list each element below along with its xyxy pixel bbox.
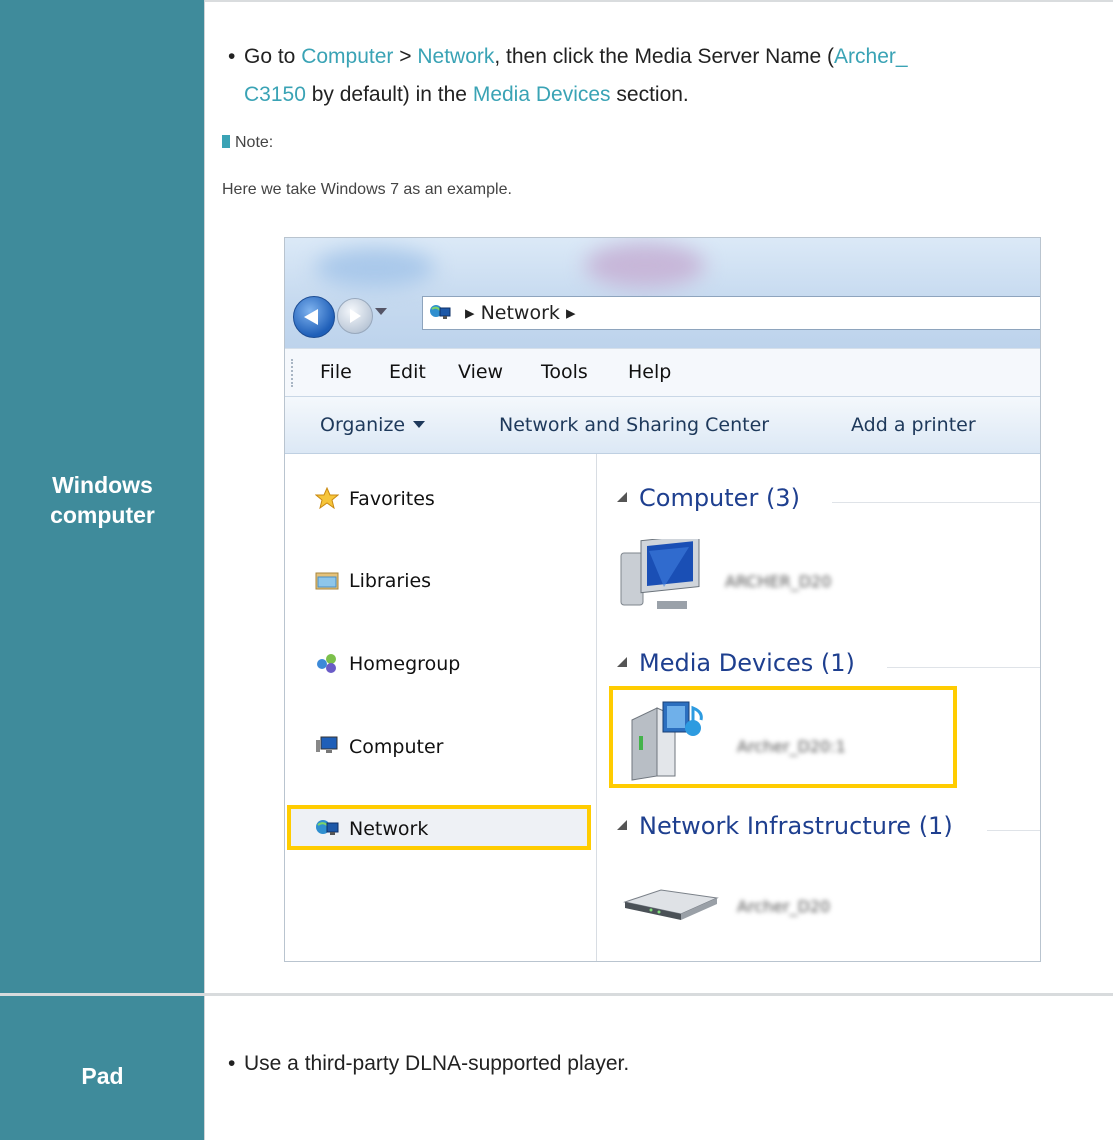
media-devices-link[interactable]: Media Devices xyxy=(473,83,611,106)
navigation-pane: Favorites Libraries Homegroup Computer N… xyxy=(285,454,597,961)
nav-label: Computer xyxy=(349,736,444,758)
menu-view[interactable]: View xyxy=(458,361,503,383)
note-body: Here we take Windows 7 as an example. xyxy=(222,181,512,198)
router-icon xyxy=(623,889,719,920)
infra-device-label[interactable]: Archer_D20 xyxy=(737,897,830,916)
breadcrumb: ▸ Network ▸ xyxy=(465,302,576,324)
media-device-label[interactable]: Archer_D20:1 xyxy=(737,737,846,756)
content-pane: Computer (3) ARCHER_D20 Media Devices (1… xyxy=(597,454,1040,961)
pad-instruction: • Use a third-party DLNA-supported player… xyxy=(228,1052,629,1076)
windows-instruction: • Go to Computer > Network, then click th… xyxy=(228,38,1108,114)
chevron-down-icon xyxy=(413,421,426,428)
organize-label: Organize xyxy=(320,414,406,436)
group-title: Media Devices (1) xyxy=(639,649,855,677)
title-bar: ▸ Network ▸ xyxy=(285,238,1040,348)
menu-help[interactable]: Help xyxy=(628,361,671,383)
text: , then click the Media Server Name ( xyxy=(494,45,835,68)
menu-file[interactable]: File xyxy=(320,361,352,383)
forward-icon[interactable] xyxy=(337,298,373,334)
group-title: Computer (3) xyxy=(639,484,800,512)
group-header-computer[interactable]: Computer (3) xyxy=(617,484,800,512)
menu-tools[interactable]: Tools xyxy=(541,361,588,383)
star-icon xyxy=(315,487,339,509)
network-link[interactable]: Network xyxy=(417,45,494,68)
label-line: Windows xyxy=(52,472,153,498)
archer-link[interactable]: C3150 xyxy=(244,83,306,106)
bullet-icon: • xyxy=(228,1052,236,1075)
address-bar[interactable]: ▸ Network ▸ xyxy=(422,296,1040,330)
organize-button[interactable]: Organize xyxy=(320,414,426,436)
explorer-window: ▸ Network ▸ File Edit View Tools Help Or… xyxy=(284,237,1041,962)
collapse-icon xyxy=(617,820,627,830)
history-dropdown-icon[interactable] xyxy=(375,308,387,315)
windows-computer-label: Windows computer xyxy=(0,470,205,530)
nav-label: Network xyxy=(349,818,429,840)
add-printer-button[interactable]: Add a printer xyxy=(851,414,976,436)
group-header-infra[interactable]: Network Infrastructure (1) xyxy=(617,812,953,840)
bullet-icon: • xyxy=(228,45,236,68)
grip-icon xyxy=(291,359,296,387)
collapse-icon xyxy=(617,657,627,667)
back-icon[interactable] xyxy=(293,296,335,338)
breadcrumb-network[interactable]: Network xyxy=(481,302,560,324)
note-flag-icon xyxy=(222,135,230,148)
computer-link[interactable]: Computer xyxy=(301,45,393,68)
pad-label: Pad xyxy=(81,1063,124,1089)
media-server-icon xyxy=(631,701,703,781)
group-title: Network Infrastructure (1) xyxy=(639,812,953,840)
label-line: computer xyxy=(50,502,155,528)
network-icon xyxy=(430,305,451,319)
sharing-center-button[interactable]: Network and Sharing Center xyxy=(499,414,769,436)
text: Go to xyxy=(244,45,302,68)
text: section. xyxy=(610,83,689,106)
menu-bar: File Edit View Tools Help xyxy=(285,348,1040,397)
nav-label: Favorites xyxy=(349,488,435,510)
pad-instruction-text: Use a third-party DLNA-supported player. xyxy=(244,1052,630,1075)
group-header-media[interactable]: Media Devices (1) xyxy=(617,649,855,677)
group-divider xyxy=(887,667,1040,668)
homegroup-icon xyxy=(317,654,336,673)
group-divider xyxy=(832,502,1040,503)
library-icon xyxy=(315,572,339,590)
nav-label: Libraries xyxy=(349,570,432,592)
network-icon xyxy=(316,820,339,835)
note-label: Note: xyxy=(235,134,274,151)
archer-link[interactable]: Archer_ xyxy=(834,45,908,68)
instruction-table: Windows computer • Go to Computer > Netwo… xyxy=(0,0,1113,1140)
note-heading: Note: xyxy=(222,134,273,152)
collapse-icon xyxy=(617,492,627,502)
menu-edit[interactable]: Edit xyxy=(389,361,426,383)
nav-label: Homegroup xyxy=(349,653,461,675)
title-glow xyxy=(585,243,705,288)
text: > xyxy=(393,45,418,68)
title-glow xyxy=(315,248,435,288)
command-bar: Organize Network and Sharing Center Add … xyxy=(285,396,1040,454)
group-divider xyxy=(987,830,1040,831)
computer-device-label[interactable]: ARCHER_D20 xyxy=(725,572,831,591)
text: by default) in the xyxy=(305,83,473,106)
computer-device-icon xyxy=(620,539,700,609)
computer-icon xyxy=(316,736,338,753)
